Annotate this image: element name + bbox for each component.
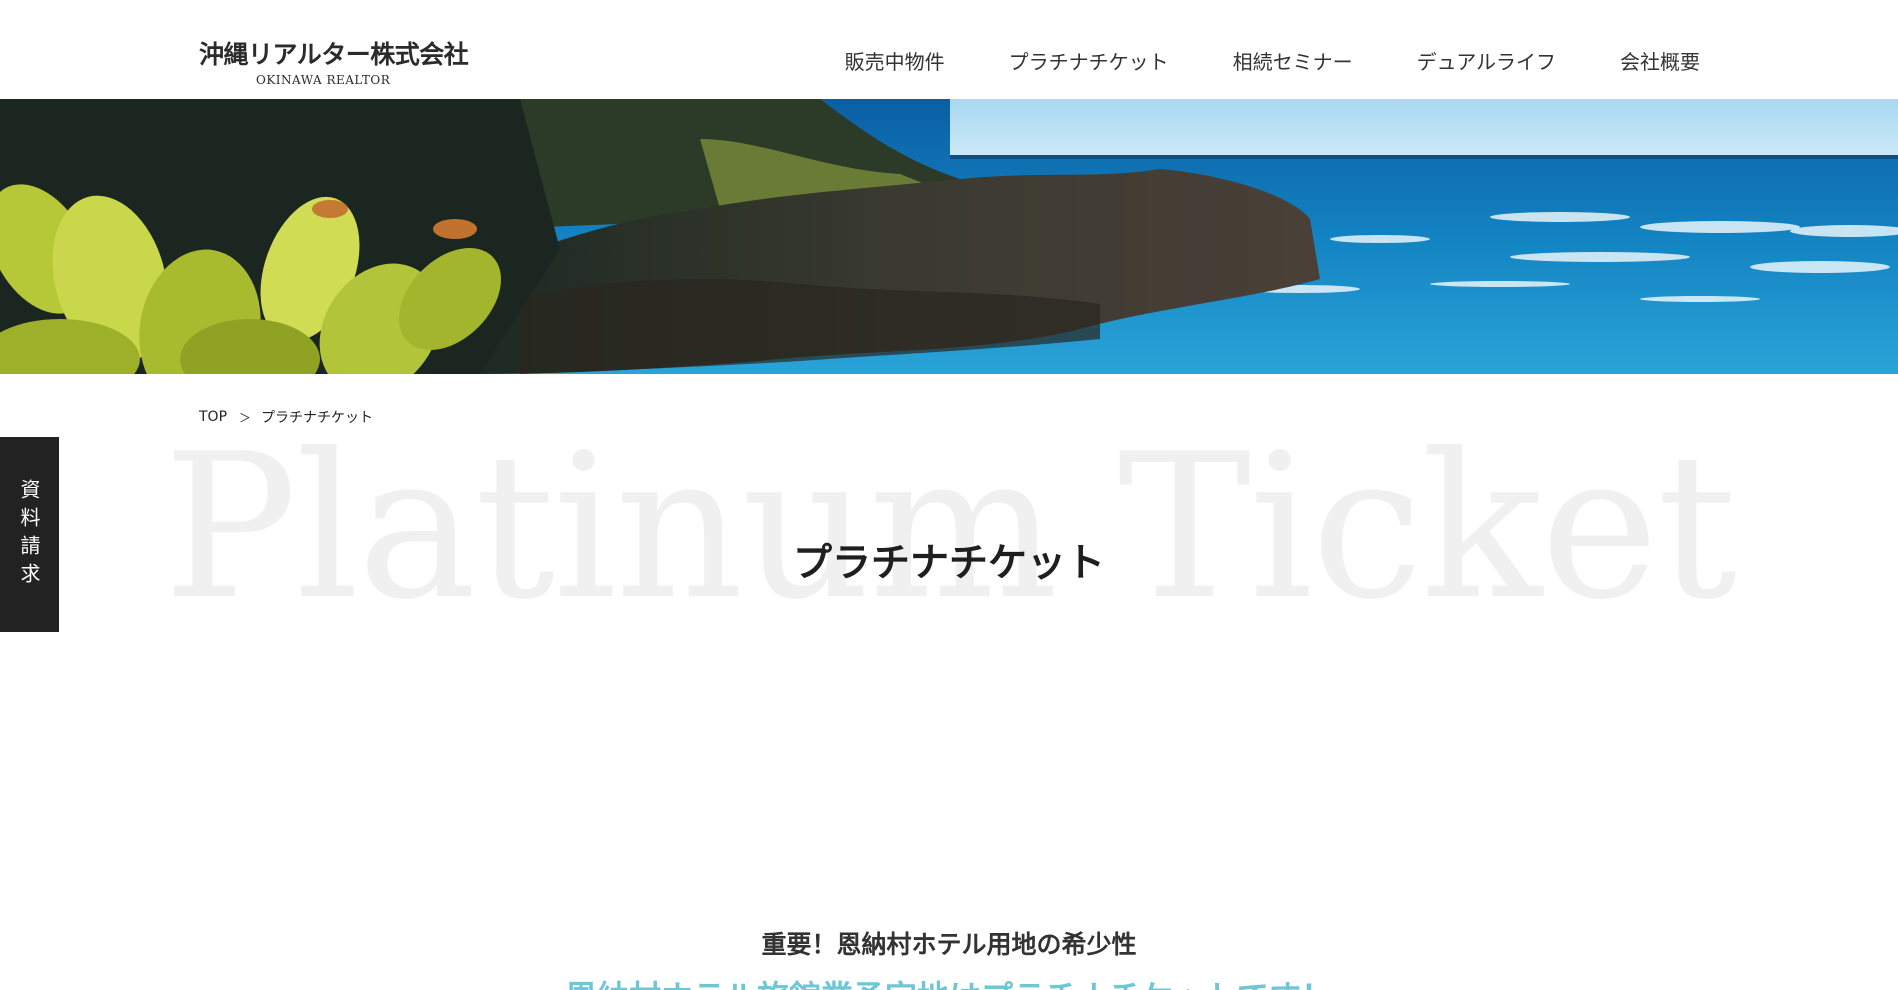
nav-item-platinum-ticket[interactable]: プラチナチケット [1009, 46, 1169, 75]
logo-japanese: 沖縄リアルター株式会社 [199, 40, 469, 69]
site-header: 沖縄リアルター株式会社 OKINAWA REALTOR 販売中物件 プラチナチケ… [0, 0, 1898, 99]
page: 沖縄リアルター株式会社 OKINAWA REALTOR 販売中物件 プラチナチケ… [0, 0, 1898, 990]
background-title: Platinum Ticket [162, 411, 1737, 644]
nav-item-inheritance-seminar[interactable]: 相続セミナー [1233, 46, 1353, 75]
section-subheading: 重要！恩納村ホテル用地の希少性 [761, 930, 1137, 959]
hero-image [0, 99, 1898, 374]
nav-item-properties[interactable]: 販売中物件 [845, 46, 945, 75]
site-logo[interactable]: 沖縄リアルター株式会社 OKINAWA REALTOR [199, 35, 469, 87]
page-title: プラチナチケット [792, 541, 1105, 586]
nav-item-company[interactable]: 会社概要 [1620, 46, 1700, 75]
nav-item-dual-life[interactable]: デュアルライフ [1417, 46, 1556, 75]
main-nav: 販売中物件 プラチナチケット 相続セミナー デュアルライフ 会社概要 [845, 46, 1700, 75]
section-lead: 恩納村ホテル旅館業予定地はプラチナチケットです！ [0, 972, 1898, 990]
logo-english: OKINAWA REALTOR [256, 73, 391, 87]
